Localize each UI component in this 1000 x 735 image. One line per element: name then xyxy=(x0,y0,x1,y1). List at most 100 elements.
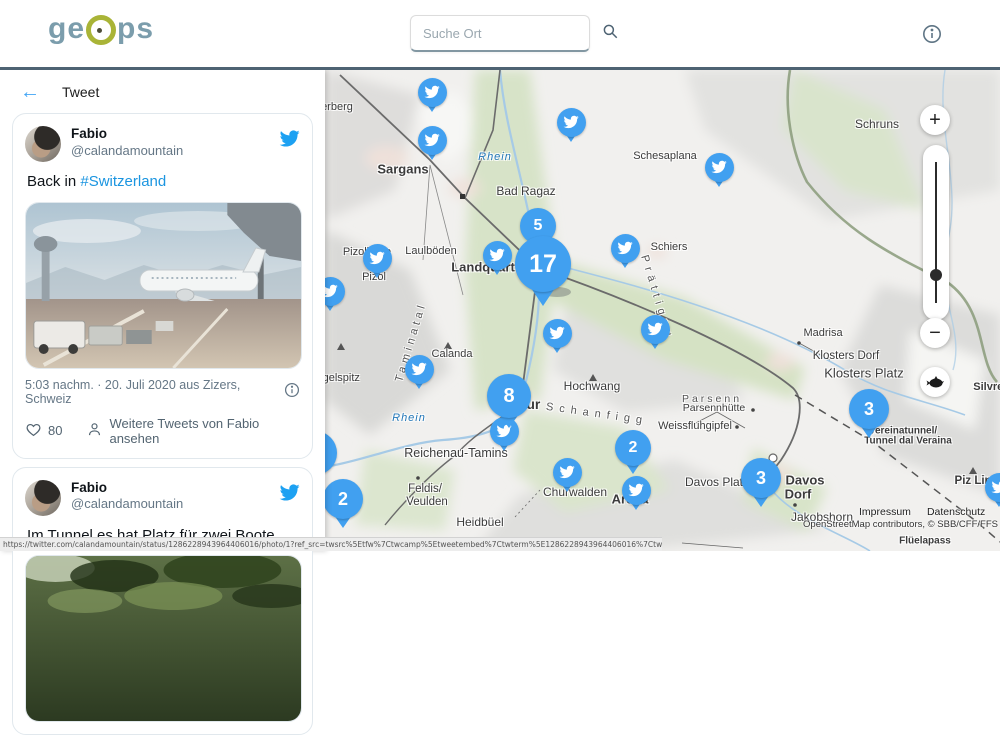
twitter-bird-icon xyxy=(424,132,440,148)
zoom-in-button[interactable]: + xyxy=(920,105,950,135)
twitter-bird-icon xyxy=(411,361,427,377)
tweet-card: Fabio @calandamountain Im Tunnel es hat … xyxy=(12,467,313,735)
map-place-label: Madrisa xyxy=(803,327,842,339)
map-place-label: Weissfluhgipfel xyxy=(658,420,732,432)
tweet-photo-forest[interactable] xyxy=(25,555,302,722)
map-place-label: Ringelspitz xyxy=(325,372,360,384)
search-input[interactable] xyxy=(421,25,601,42)
like-icon[interactable] xyxy=(25,421,42,441)
zoom-out-button[interactable]: − xyxy=(920,318,950,348)
cluster-marker[interactable]: 2 xyxy=(615,430,651,466)
map-place-label: Sargans xyxy=(377,162,428,177)
twitter-bird-icon xyxy=(424,84,440,100)
map-place-label: Davos xyxy=(785,473,824,488)
zoom-slider-handle[interactable] xyxy=(930,269,942,281)
map-place-label: Schesaplana xyxy=(633,150,697,162)
map-place-label: Heidbüel xyxy=(456,515,503,529)
map-place-label: Calanda xyxy=(432,348,473,360)
tweet-marker[interactable] xyxy=(641,315,670,344)
twitter-icon[interactable] xyxy=(279,128,300,154)
back-button[interactable]: ← xyxy=(14,81,46,103)
bird-layer-icon xyxy=(926,375,944,389)
tweet-marker[interactable] xyxy=(705,153,734,182)
map-place-label: Feldis/ xyxy=(408,483,442,495)
tweet-text: Back in #Switzerland xyxy=(27,172,298,192)
twitter-bird-icon xyxy=(991,479,1000,495)
tweet-marker[interactable] xyxy=(418,78,447,107)
profile-icon xyxy=(86,421,103,441)
tweet-info-icon[interactable] xyxy=(284,382,300,401)
map-place-label: Rhein xyxy=(392,412,426,424)
tweet-author-name: Fabio xyxy=(71,126,279,143)
twitter-bird-icon xyxy=(628,482,644,498)
tweet-marker[interactable] xyxy=(611,234,640,263)
datenschutz-link[interactable]: Datenschutz xyxy=(927,506,985,518)
panel-title: Tweet xyxy=(62,84,99,100)
tweet-author-handle: @calandamountain xyxy=(71,143,279,159)
twitter-bird-icon xyxy=(563,114,579,130)
zoom-slider[interactable] xyxy=(923,145,949,320)
map-place-label: Klosters Platz xyxy=(824,366,903,381)
twitter-icon[interactable] xyxy=(279,482,300,508)
tweet-marker[interactable] xyxy=(325,277,345,306)
panel-header: ← Tweet xyxy=(0,70,325,113)
twitter-bird-icon xyxy=(647,321,663,337)
tweet-card: Fabio @calandamountain Back in #Switzerl… xyxy=(12,113,313,459)
cluster-marker[interactable]: 3 xyxy=(741,458,781,498)
tweet-sidebar: ← Tweet Fabio @calandamountain Back in #… xyxy=(0,70,325,551)
tweet-marker[interactable] xyxy=(363,244,392,273)
map-place-label: Laulböden xyxy=(405,245,456,257)
twitter-bird-icon xyxy=(711,159,727,175)
avatar xyxy=(25,480,61,516)
tweet-photo-airport[interactable] xyxy=(25,202,302,369)
map-place-label: Klosters Dorf xyxy=(813,350,879,362)
twitter-bird-icon xyxy=(369,250,385,266)
cluster-marker[interactable]: 2 xyxy=(325,479,363,519)
search-icon[interactable] xyxy=(601,22,619,45)
app-header: geps xyxy=(0,0,1000,70)
search-box[interactable] xyxy=(410,15,590,52)
zoom-slider-track xyxy=(935,162,937,303)
tweet-marker[interactable] xyxy=(985,473,1000,502)
map-place-label: Reichenau-Tamins xyxy=(404,446,508,460)
twitter-bird-icon xyxy=(325,283,338,299)
map-place-label: Silvretta xyxy=(973,381,1000,393)
cluster-marker[interactable]: 8 xyxy=(487,374,531,418)
tweet-marker[interactable] xyxy=(553,458,582,487)
map-place-label: Hochwang xyxy=(564,379,621,393)
link-status-bar: https://twitter.com/calandamountain/stat… xyxy=(0,537,662,551)
map-canvas[interactable]: FlumserbergSchrunsSchesaplanaSargansRhei… xyxy=(325,70,1000,551)
map-place-label: Rhein xyxy=(478,151,512,163)
tweet-author-handle: @calandamountain xyxy=(71,496,279,512)
avatar xyxy=(25,126,61,162)
cluster-marker[interactable] xyxy=(325,431,337,475)
tweet-marker[interactable] xyxy=(418,126,447,155)
hashtag-link[interactable]: #Switzerland xyxy=(80,173,166,190)
tweet-marker[interactable] xyxy=(557,108,586,137)
map-overlay: FlumserbergSchrunsSchesaplanaSargansRhei… xyxy=(325,70,1000,551)
map-place-label: Bad Ragaz xyxy=(496,184,555,198)
like-count: 80 xyxy=(48,423,62,438)
tweet-marker[interactable] xyxy=(405,355,434,384)
tweet-marker[interactable] xyxy=(543,319,572,348)
map-attribution-links: Impressum Datenschutz xyxy=(859,506,985,518)
map-place-label: Parsennhütte xyxy=(683,402,745,414)
bird-layer-button[interactable] xyxy=(920,367,950,397)
twitter-bird-icon xyxy=(617,240,633,256)
more-tweets-link[interactable]: Weitere Tweets von Fabio ansehen xyxy=(109,416,300,446)
twitter-bird-icon xyxy=(559,464,575,480)
tweet-marker[interactable] xyxy=(483,241,512,270)
tweet-timestamp: 5:03 nachm. · 20. Juli 2020 aus Zizers, … xyxy=(25,378,284,406)
cluster-marker[interactable]: 17 xyxy=(515,236,571,292)
map-place-label: Veulden xyxy=(406,496,448,508)
osm-attribution: OpenStreetMap contributors, © SBB/CFF/FF… xyxy=(803,519,998,530)
map-place-label: Schiers xyxy=(651,241,688,253)
tweet-marker[interactable] xyxy=(622,476,651,505)
map-place-label: Churwalden xyxy=(543,485,607,499)
map-place-label: Flüelapass xyxy=(899,536,951,547)
map-place-label: Davos Platz xyxy=(685,475,749,489)
impressum-link[interactable]: Impressum xyxy=(859,506,911,518)
cluster-marker[interactable]: 3 xyxy=(849,389,889,429)
map-place-label: Dorf xyxy=(785,487,812,502)
info-button[interactable] xyxy=(922,24,942,47)
